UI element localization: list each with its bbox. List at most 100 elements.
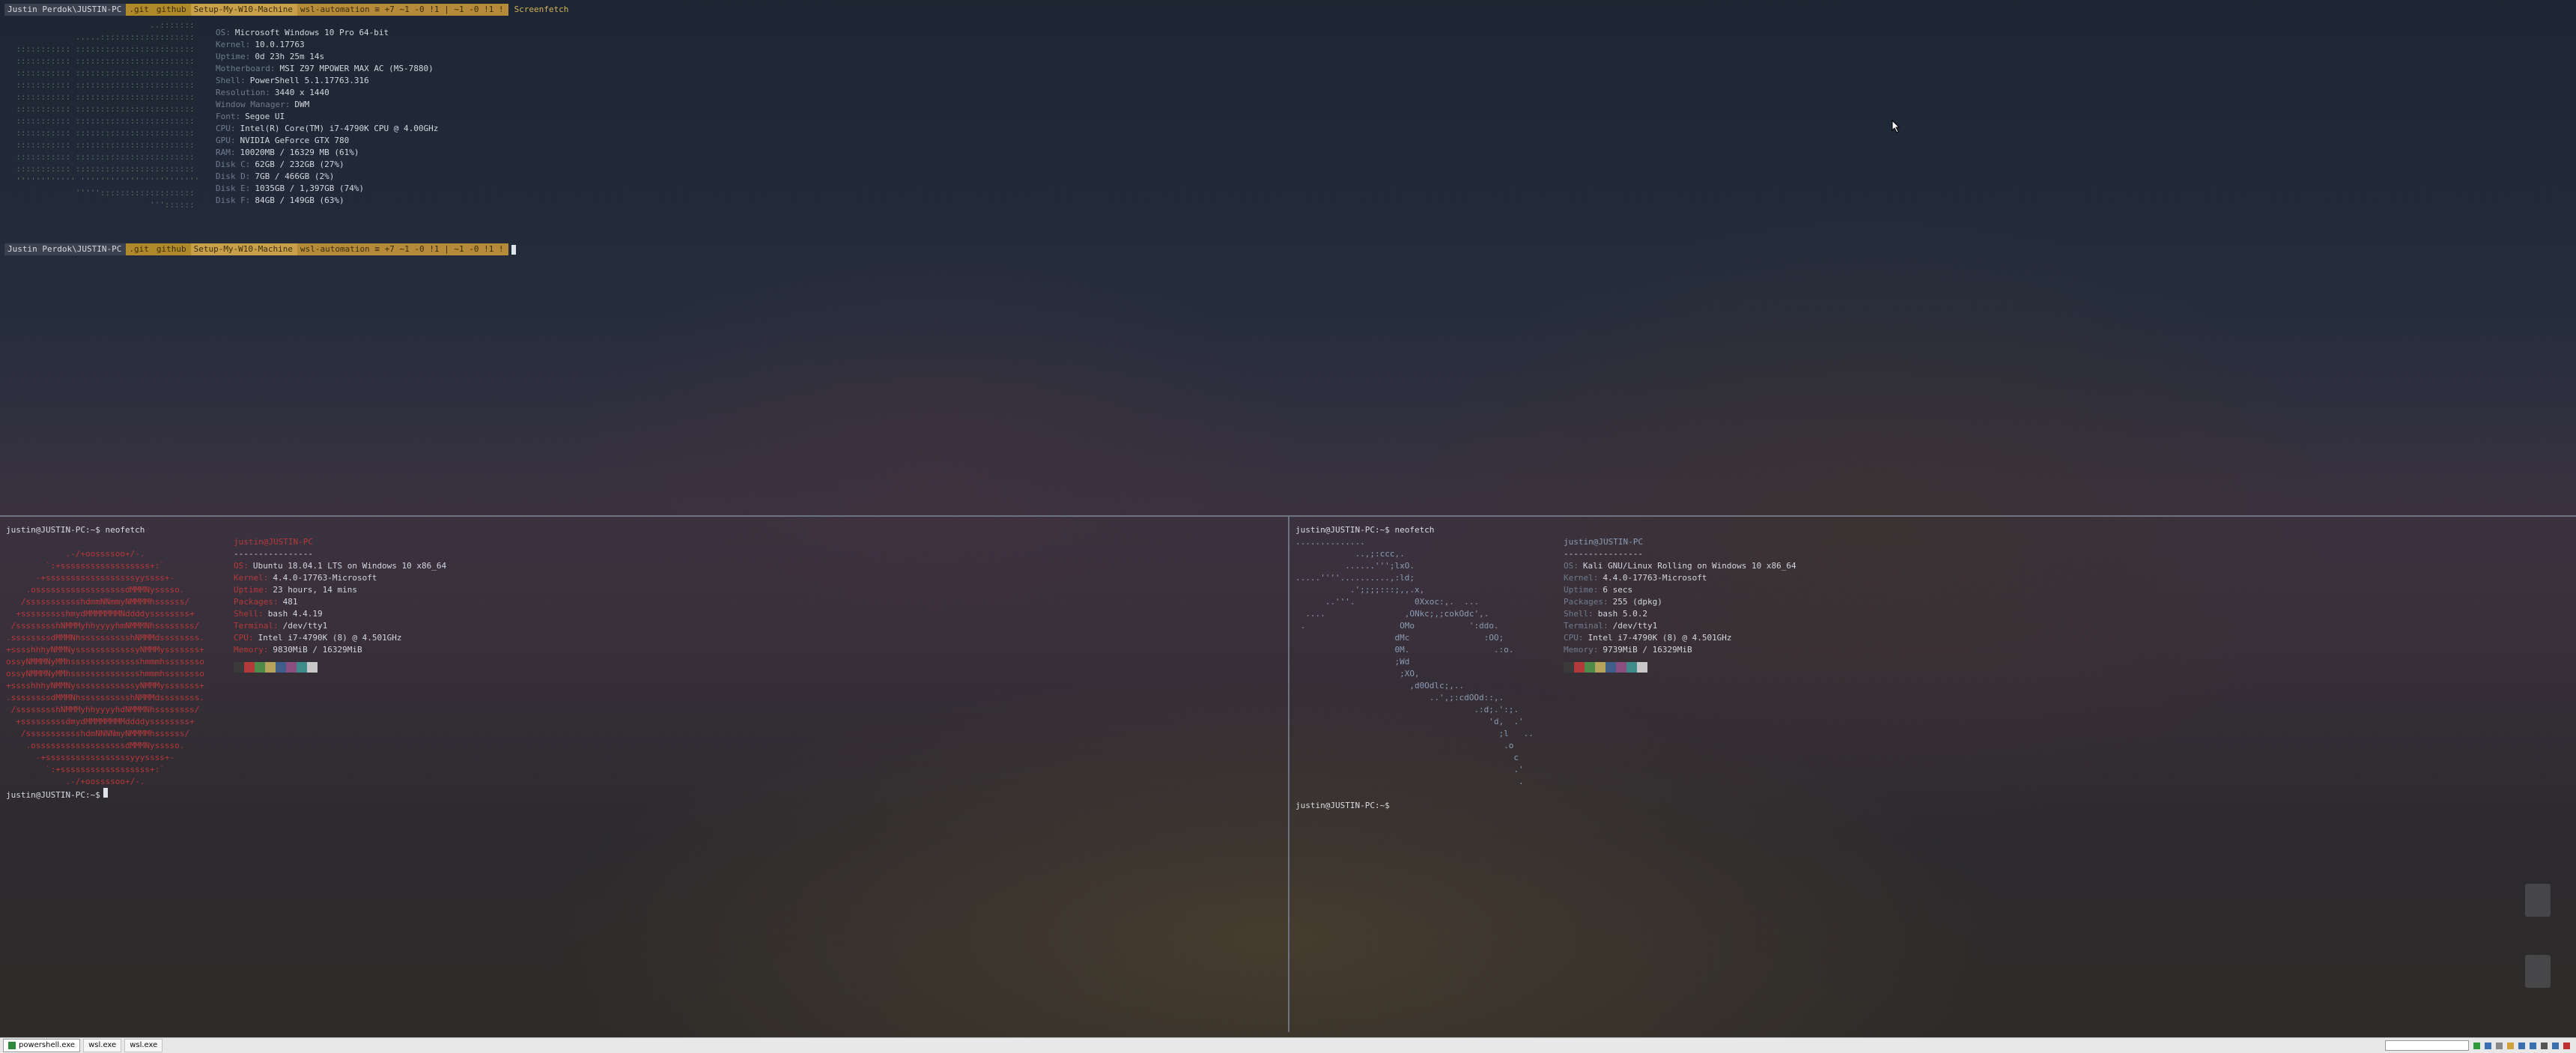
info-value: bash 5.0.2 bbox=[1597, 609, 1647, 619]
info-key: GPU: bbox=[216, 136, 236, 145]
info-key: Kernel: bbox=[1564, 573, 1599, 583]
palette-swatch bbox=[297, 662, 307, 673]
info-value: Segoe UI bbox=[245, 112, 285, 121]
tray-layout-icon[interactable] bbox=[2518, 1042, 2525, 1049]
task-wsl-1[interactable]: wsl.exe bbox=[83, 1039, 122, 1052]
tray-app-icon[interactable] bbox=[2485, 1042, 2491, 1049]
info-value: MSI Z97 MPOWER MAX AC (MS-7880) bbox=[279, 64, 434, 73]
screenfetch-info: OS: Microsoft Windows 10 Pro 64-bit Kernel… bbox=[216, 27, 438, 207]
info-value: 4.4.0-17763-Microsoft bbox=[273, 573, 377, 583]
info-value: 10.0.17763 bbox=[255, 40, 305, 49]
palette-swatch bbox=[1616, 662, 1626, 673]
info-key: Uptime: bbox=[216, 52, 251, 61]
info-value: 255 (dpkg) bbox=[1612, 597, 1662, 607]
palette-swatch bbox=[1564, 662, 1574, 673]
prompt-line-1: Justin Perdok\JUSTIN-PC .git github Setu… bbox=[4, 4, 568, 16]
info-key: Resolution: bbox=[216, 88, 270, 97]
info-row: Kernel: 4.4.0-17763-Microsoft bbox=[1564, 572, 1796, 584]
palette-swatch bbox=[1606, 662, 1616, 673]
info-key: CPU: bbox=[1564, 633, 1584, 643]
info-row: Disk E: 1035GB / 1,397GB (74%) bbox=[216, 183, 438, 195]
info-row: Disk F: 84GB / 149GB (63%) bbox=[216, 195, 438, 207]
info-value: Intel i7-4790K (8) @ 4.501GHz bbox=[258, 633, 402, 643]
info-key: Shell: bbox=[234, 609, 264, 619]
info-value: Ubuntu 18.04.1 LTS on Windows 10 x86_64 bbox=[252, 561, 447, 571]
tray-search-box[interactable] bbox=[2385, 1040, 2469, 1051]
tray-minimize-icon[interactable] bbox=[2541, 1042, 2548, 1049]
info-key: OS: bbox=[1564, 561, 1579, 571]
desktop-shortcut-icon[interactable] bbox=[2525, 884, 2551, 917]
info-key: OS: bbox=[216, 28, 231, 37]
tray-network-icon[interactable] bbox=[2473, 1042, 2480, 1049]
ubuntu-wsl-pane[interactable]: justin@JUSTIN-PC:~$ neofetch .-/+oosssso… bbox=[0, 517, 1288, 1032]
info-row: OS: Kali GNU/Linux Rolling on Windows 10 … bbox=[1564, 560, 1796, 572]
info-row: Memory: 9739MiB / 16329MiB bbox=[1564, 644, 1796, 656]
info-row: GPU: NVIDIA GeForce GTX 780 bbox=[216, 135, 438, 147]
info-row: Motherboard: MSI Z97 MPOWER MAX AC (MS-78… bbox=[216, 63, 438, 75]
task-powershell[interactable]: powershell.exe bbox=[3, 1039, 81, 1052]
task-wsl-2[interactable]: wsl.exe bbox=[124, 1039, 163, 1052]
windows-logo-art: ..::::::: .....::::::::::::::::::: :::::… bbox=[16, 20, 200, 210]
info-key: Disk F: bbox=[216, 195, 251, 205]
prompt-branch: wsl-automation ≡ +7 ~1 -0 !1 | ~1 -0 !1 … bbox=[297, 4, 508, 16]
info-row: Kernel: 4.4.0-17763-Microsoft bbox=[234, 572, 446, 584]
powershell-pane[interactable]: Justin Perdok\JUSTIN-PC .git github Setu… bbox=[0, 0, 2576, 515]
info-row: CPU: Intel(R) Core(TM) i7-4790K CPU @ 4.0… bbox=[216, 123, 438, 135]
prompt-line-2: Justin Perdok\JUSTIN-PC .git github Setu… bbox=[4, 243, 516, 255]
palette-swatch bbox=[244, 662, 255, 673]
info-row: CPU: Intel i7-4790K (8) @ 4.501GHz bbox=[234, 632, 446, 644]
info-row: Window Manager: DWM bbox=[216, 99, 438, 111]
info-row: Uptime: 0d 23h 25m 14s bbox=[216, 51, 438, 63]
prompt-branch: wsl-automation ≡ +7 ~1 -0 !1 | ~1 -0 !1 … bbox=[297, 243, 508, 255]
palette-swatch bbox=[255, 662, 265, 673]
neofetch-info: justin@JUSTIN-PC ---------------- OS: Kal… bbox=[1564, 536, 1796, 673]
kali-logo-art: .............. ..,;:ccc,. ......''';lxO.… bbox=[1295, 537, 1534, 786]
palette-swatch bbox=[1637, 662, 1647, 673]
info-row: Shell: bash 5.0.2 bbox=[1564, 608, 1796, 620]
info-value: Microsoft Windows 10 Pro 64-bit bbox=[234, 28, 389, 37]
tray-close-icon[interactable] bbox=[2563, 1042, 2570, 1049]
prompt-git: .git bbox=[126, 4, 154, 16]
info-key: Window Manager: bbox=[216, 100, 291, 109]
palette-swatch bbox=[1626, 662, 1637, 673]
info-key: OS: bbox=[234, 561, 249, 571]
tray-lock-icon[interactable] bbox=[2507, 1042, 2514, 1049]
desktop-shortcut-icon[interactable] bbox=[2525, 955, 2551, 988]
info-row: Uptime: 23 hours, 14 mins bbox=[234, 584, 446, 596]
text-cursor bbox=[103, 788, 108, 798]
system-tray bbox=[2385, 1040, 2576, 1051]
kali-wsl-pane[interactable]: justin@JUSTIN-PC:~$ neofetch ...........… bbox=[1289, 517, 2576, 1032]
info-underline: ---------------- bbox=[1564, 549, 1643, 559]
color-palette bbox=[1564, 662, 1796, 673]
palette-swatch bbox=[1585, 662, 1595, 673]
info-key: Packages: bbox=[1564, 597, 1609, 607]
info-row: OS: Microsoft Windows 10 Pro 64-bit bbox=[216, 27, 438, 39]
info-title: justin@JUSTIN-PC bbox=[1564, 537, 1643, 547]
ubuntu-logo-art: .-/+oossssoo+/-. `:+ssssssssssssssssss+:… bbox=[6, 549, 204, 786]
tray-restore-icon[interactable] bbox=[2552, 1042, 2559, 1049]
info-value: 481 bbox=[282, 597, 298, 607]
prompt-repo: Setup-My-W10-Machine bbox=[190, 4, 298, 16]
palette-swatch bbox=[286, 662, 297, 673]
tray-menu-icon[interactable] bbox=[2530, 1042, 2536, 1049]
info-value: Kali GNU/Linux Rolling on Windows 10 x86… bbox=[1582, 561, 1796, 571]
info-row: Shell: bash 4.4.19 bbox=[234, 608, 446, 620]
tray-volume-icon[interactable] bbox=[2496, 1042, 2503, 1049]
info-key: CPU: bbox=[216, 124, 236, 133]
info-value: /dev/tty1 bbox=[1612, 621, 1658, 631]
info-underline: ---------------- bbox=[234, 549, 313, 559]
palette-swatch bbox=[265, 662, 276, 673]
palette-swatch bbox=[276, 662, 286, 673]
info-key: Font: bbox=[216, 112, 241, 121]
palette-swatch bbox=[307, 662, 318, 673]
info-value: 9739MiB / 16329MiB bbox=[1603, 645, 1692, 655]
prompt-repo: Setup-My-W10-Machine bbox=[190, 243, 298, 255]
info-row: CPU: Intel i7-4790K (8) @ 4.501GHz bbox=[1564, 632, 1796, 644]
info-row: Uptime: 6 secs bbox=[1564, 584, 1796, 596]
info-value: 23 hours, 14 mins bbox=[273, 585, 357, 595]
info-key: Disk D: bbox=[216, 172, 251, 181]
command-line: justin@JUSTIN-PC:~$ neofetch bbox=[6, 525, 145, 535]
info-value: 0d 23h 25m 14s bbox=[255, 52, 325, 61]
info-value: PowerShell 5.1.17763.316 bbox=[249, 76, 369, 85]
info-row: Memory: 9830MiB / 16329MiB bbox=[234, 644, 446, 656]
